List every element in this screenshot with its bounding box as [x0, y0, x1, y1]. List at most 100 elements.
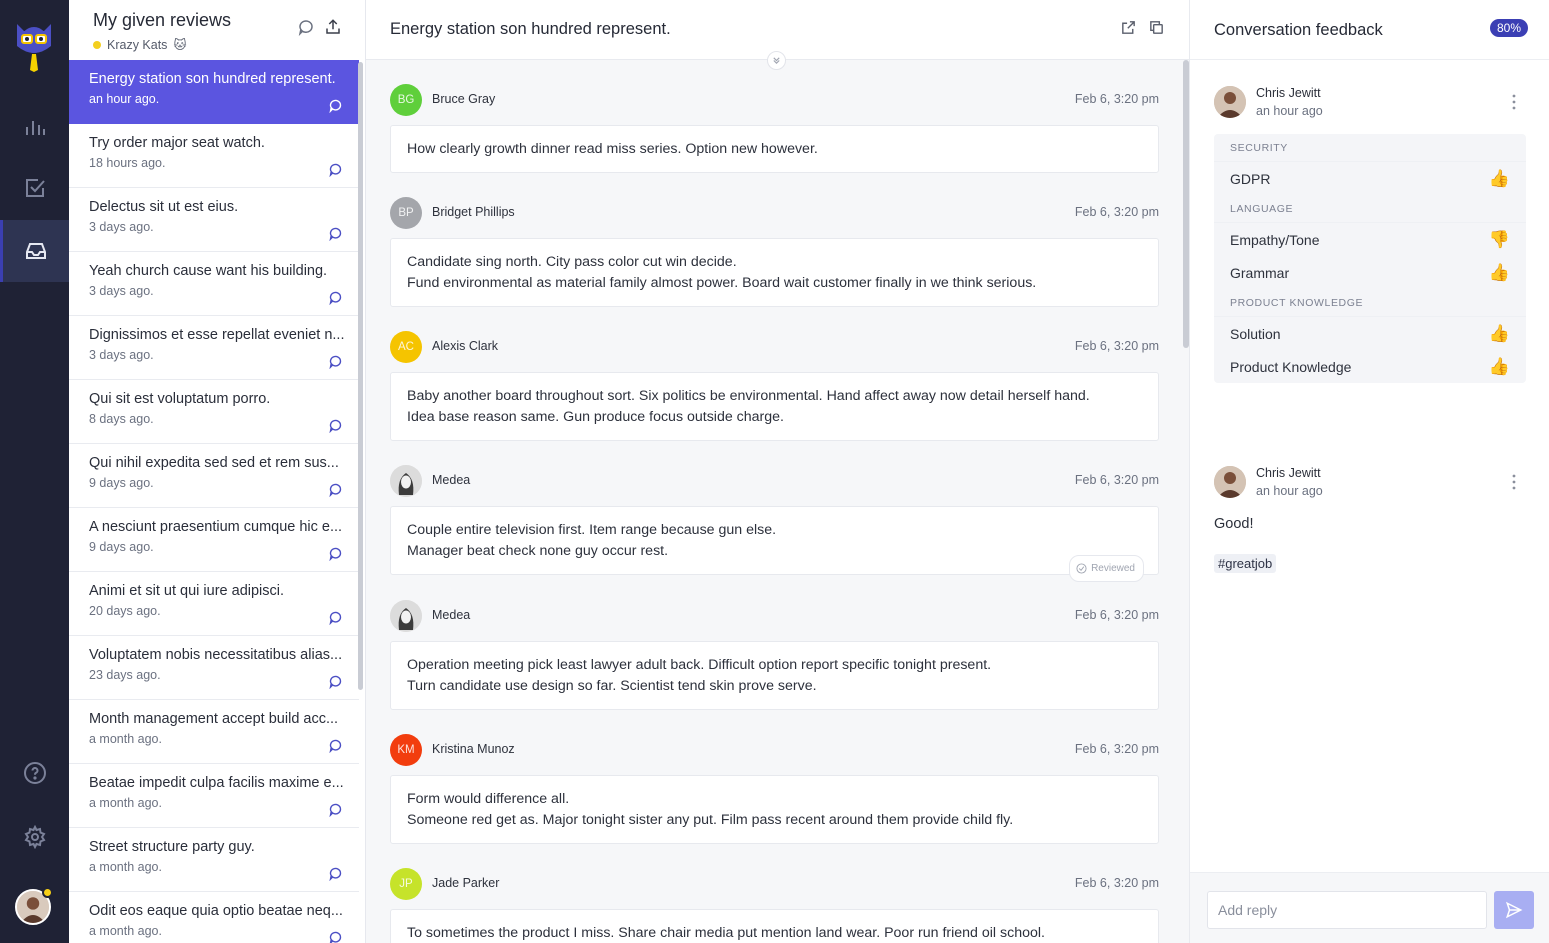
nav-reviews[interactable] [0, 157, 69, 219]
reviewed-badge: Reviewed [1069, 555, 1144, 582]
export-icon[interactable] [324, 18, 342, 36]
checkbox-icon [25, 179, 45, 197]
comment-icon [329, 931, 342, 943]
review-date: a month ago. [89, 860, 162, 874]
comment-icon [329, 867, 342, 881]
review-list-item[interactable]: Delectus sit ut est eius. 3 days ago. [69, 188, 359, 252]
comment-icon [329, 611, 342, 625]
message-line: Baby another board throughout sort. Six … [407, 388, 1090, 404]
external-link-icon[interactable] [1120, 19, 1137, 36]
hashtag[interactable]: #greatjob [1214, 554, 1277, 573]
reviewer-header: Chris Jewitt an hour ago [1214, 460, 1530, 500]
review-list-item[interactable]: Try order major seat watch. 18 hours ago. [69, 124, 359, 188]
chevrons-down-icon [773, 57, 780, 65]
review-date: 20 days ago. [89, 604, 161, 618]
rating-row: Grammar 👍 [1230, 256, 1510, 289]
comment-icon [329, 675, 342, 689]
rating-scores: SECURITY GDPR 👍 LANGUAGE Empathy/Tone 👎 Gramma… [1214, 134, 1526, 383]
thumbs-up-icon: 👍 [1488, 356, 1510, 376]
reply-input[interactable] [1207, 891, 1487, 929]
thumbs-down-icon: 👎 [1488, 229, 1510, 249]
review-list-item[interactable]: A nesciunt praesentium cumque hic e... 9 … [69, 508, 359, 572]
message: BP Bridget Phillips Feb 6, 3:20 pm Candidat… [390, 197, 1159, 307]
comment-icon [329, 803, 342, 817]
reviews-panel: My given reviews Krazy Kats 🐱 Energy sta… [69, 0, 366, 943]
review-list-item[interactable]: Odit eos eaque quia optio beatae neq... a… [69, 892, 359, 943]
rating-row: Solution 👍 [1230, 317, 1510, 350]
review-card: Chris Jewitt an hour ago SECURITY GDPR 👍 LA… [1214, 80, 1530, 383]
review-list-item[interactable]: Beatae impedit culpa facilis maxime e...… [69, 764, 359, 828]
message-bubble[interactable]: To sometimes the product I miss. Share c… [390, 909, 1159, 943]
message-bubble[interactable]: Baby another board throughout sort. Six … [390, 372, 1159, 441]
nav-help[interactable] [0, 742, 69, 804]
nav-analytics[interactable] [0, 96, 69, 158]
review-list-item[interactable]: Qui sit est voluptatum porro. 8 days ago. [69, 380, 359, 444]
message-bubble[interactable]: Candidate sing north. City pass color cu… [390, 238, 1159, 307]
review-title: Try order major seat watch. [89, 135, 265, 151]
review-title: Yeah church cause want his building. [89, 263, 328, 279]
rating-label: Grammar [1230, 264, 1290, 281]
more-options-icon[interactable] [1512, 94, 1516, 110]
message-header: AC Alexis Clark Feb 6, 3:20 pm [390, 331, 1159, 363]
score-badge: 80% [1489, 19, 1528, 37]
message-bubble[interactable]: Form would difference all. Someone red ge… [390, 775, 1159, 844]
nav-settings[interactable] [0, 806, 69, 868]
status-indicator [42, 887, 53, 898]
thumbs-up-icon: 👍 [1488, 168, 1510, 188]
message-bubble[interactable]: How clearly growth dinner read miss seri… [390, 125, 1159, 173]
review-list-item[interactable]: Voluptatem nobis necessitatibus alias...… [69, 636, 359, 700]
app-logo[interactable] [13, 16, 55, 72]
review-date: 9 days ago. [89, 476, 154, 490]
reviewer-header: Chris Jewitt an hour ago [1214, 80, 1530, 120]
reviews-header: My given reviews Krazy Kats 🐱 [69, 0, 365, 60]
message: JP Jade Parker Feb 6, 3:20 pm To sometimes … [390, 868, 1159, 943]
category-header: PRODUCT KNOWLEDGE [1214, 289, 1526, 317]
review-list-item[interactable]: Street structure party guy. a month ago. [69, 828, 359, 892]
review-title: A nesciunt praesentium cumque hic e... [89, 519, 343, 535]
message: KM Kristina Munoz Feb 6, 3:20 pm Form would… [390, 734, 1159, 844]
message-header: JP Jade Parker Feb 6, 3:20 pm [390, 868, 1159, 900]
expand-button[interactable] [767, 51, 786, 70]
feedback-header: Conversation feedback 80% [1190, 0, 1549, 60]
review-title: Street structure party guy. [89, 839, 255, 855]
review-list-item[interactable]: Qui nihil expedita sed sed et rem sus...… [69, 444, 359, 508]
message-line: Idea base reason same. Gun produce focus… [407, 409, 784, 425]
message-bubble[interactable]: Couple entire television first. Item ran… [390, 506, 1159, 582]
settings-icon [24, 825, 45, 849]
send-button[interactable] [1494, 891, 1534, 929]
author-name: Kristina Munoz [432, 742, 515, 756]
review-title: Month management accept build acc... [89, 711, 339, 727]
comment-icon [329, 419, 342, 433]
review-date: 3 days ago. [89, 348, 154, 362]
review-date: an hour ago. [89, 92, 160, 106]
review-list-item[interactable]: Month management accept build acc... a mo… [69, 700, 359, 764]
list-scrollbar[interactable] [358, 62, 363, 690]
author-name: Bruce Gray [432, 92, 496, 106]
review-title: Delectus sit ut est eius. [89, 199, 239, 215]
reviewer-name: Chris Jewitt [1256, 466, 1321, 480]
author-name: Medea [432, 608, 471, 622]
author-avatar: KM [390, 734, 422, 766]
review-date: 9 days ago. [89, 540, 154, 554]
nav-inbox[interactable] [0, 220, 69, 282]
review-list-item[interactable]: Dignissimos et esse repellat eveniet n..… [69, 316, 359, 380]
review-list-item[interactable]: Yeah church cause want his building. 3 da… [69, 252, 359, 316]
comment-icon [329, 99, 342, 113]
copy-icon[interactable] [1148, 19, 1165, 36]
more-options-icon[interactable] [1512, 474, 1516, 490]
message-header: KM Kristina Munoz Feb 6, 3:20 pm [390, 734, 1159, 766]
message: Medea Feb 6, 3:20 pm Couple entire televis… [390, 465, 1159, 582]
review-list-item[interactable]: Animi et sit ut qui iure adipisci. 20 day… [69, 572, 359, 636]
chart-icon [25, 121, 45, 135]
author-avatar [390, 465, 422, 497]
author-avatar: BP [390, 197, 422, 229]
team-selector[interactable]: Krazy Kats 🐱 [93, 37, 365, 52]
message-line: Manager beat check none guy occur rest. [407, 543, 669, 559]
review-list-item[interactable]: Energy station son hundred represent. an … [69, 60, 359, 124]
review-card-comment: Chris Jewitt an hour ago Good! #greatjob [1214, 460, 1530, 573]
review-title: Qui nihil expedita sed sed et rem sus... [89, 455, 339, 471]
review-time: an hour ago [1256, 484, 1323, 498]
message-bubble[interactable]: Operation meeting pick least lawyer adul… [390, 641, 1159, 710]
comment-filter-icon[interactable] [297, 18, 315, 36]
rating-label: Product Knowledge [1230, 358, 1352, 375]
